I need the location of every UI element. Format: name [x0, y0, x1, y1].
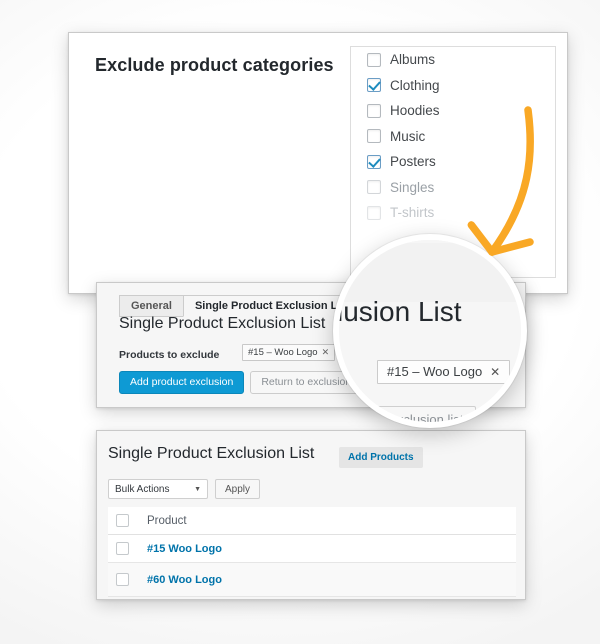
chip-label: #15 – Woo Logo	[387, 364, 483, 379]
exclusion-list-panel: Single Product Exclusion List Add Produc…	[96, 430, 526, 600]
add-products-button[interactable]: Add Products	[339, 447, 423, 468]
bulk-actions-select[interactable]: Bulk Actions ▼	[108, 479, 208, 499]
category-row-tshirts[interactable]: T-shirts	[351, 200, 555, 226]
magnified-return-button[interactable]: eturn to exclusion list	[339, 406, 477, 422]
add-product-exclusion-button[interactable]: Add product exclusion	[119, 371, 245, 394]
magnifier-content: exclusion List List xclusion List #15 – …	[339, 240, 521, 422]
checkbox-albums[interactable]	[367, 52, 381, 67]
category-row-clothing[interactable]: Clothing	[351, 73, 555, 99]
category-row-singles[interactable]: Singles	[351, 175, 555, 201]
category-row-hoodies[interactable]: Hoodies	[351, 98, 555, 124]
checkbox-hoodies[interactable]	[367, 103, 381, 118]
checkbox-singles[interactable]	[367, 180, 381, 195]
products-table: Product #15 Woo Logo #60 Woo Logo	[108, 507, 516, 597]
chevron-down-icon: ▼	[194, 485, 201, 493]
checkbox-clothing[interactable]	[367, 78, 381, 93]
category-label: Hoodies	[390, 103, 440, 119]
row-checkbox[interactable]	[116, 542, 129, 555]
select-all-checkbox[interactable]	[116, 514, 129, 527]
close-icon[interactable]: ✕	[490, 365, 500, 379]
category-label: Singles	[390, 179, 435, 195]
tab-bar: General Single Product Exclusion List	[119, 283, 363, 317]
form-heading: Single Product Exclusion List	[119, 315, 326, 332]
category-label: Albums	[390, 52, 436, 68]
list-header: Single Product Exclusion List Add Produc…	[97, 431, 525, 476]
tab-general[interactable]: General	[119, 295, 184, 317]
apply-button[interactable]: Apply	[215, 479, 261, 499]
category-label: Music	[390, 128, 426, 144]
list-title: Single Product Exclusion List	[108, 445, 315, 462]
close-icon[interactable]: ✕	[322, 347, 330, 358]
product-link[interactable]: #15 Woo Logo	[147, 543, 222, 555]
category-row-posters[interactable]: Posters	[351, 149, 555, 175]
row-checkbox[interactable]	[116, 573, 129, 586]
magnified-chips: #15 – Woo Logo ✕ #34 – W	[377, 360, 521, 384]
magnifier-zoom-circle: exclusion List List xclusion List #15 – …	[333, 234, 527, 428]
checkbox-tshirts[interactable]	[367, 205, 381, 220]
bulk-actions-bar: Bulk Actions ▼ Apply	[108, 479, 261, 499]
column-header-product: Product	[147, 514, 187, 527]
product-link[interactable]: #60 Woo Logo	[147, 574, 222, 586]
category-label: Posters	[390, 154, 436, 170]
product-chip[interactable]: #15 – Woo Logo ✕	[242, 343, 336, 361]
category-row-music[interactable]: Music	[351, 124, 555, 150]
magnified-product-chip[interactable]: #15 – Woo Logo ✕	[377, 360, 511, 384]
table-header-row: Product	[108, 507, 516, 535]
table-row[interactable]: #15 Woo Logo	[108, 535, 516, 563]
category-label: Clothing	[390, 77, 440, 93]
page-title: Exclude product categories	[95, 55, 334, 75]
checkbox-posters[interactable]	[367, 154, 381, 169]
bulk-actions-value: Bulk Actions	[115, 483, 170, 495]
checkbox-music[interactable]	[367, 129, 381, 144]
category-row-albums[interactable]: Albums	[351, 47, 555, 73]
chip-label: #15 – Woo Logo	[248, 346, 318, 358]
table-row[interactable]: #60 Woo Logo	[108, 563, 516, 597]
screenshot-stage: Exclude product categories Albums Clothi…	[0, 0, 600, 644]
products-to-exclude-label: Products to exclude	[119, 349, 220, 361]
category-label: T-shirts	[390, 205, 435, 221]
magnified-heading: xclusion List	[337, 296, 462, 327]
